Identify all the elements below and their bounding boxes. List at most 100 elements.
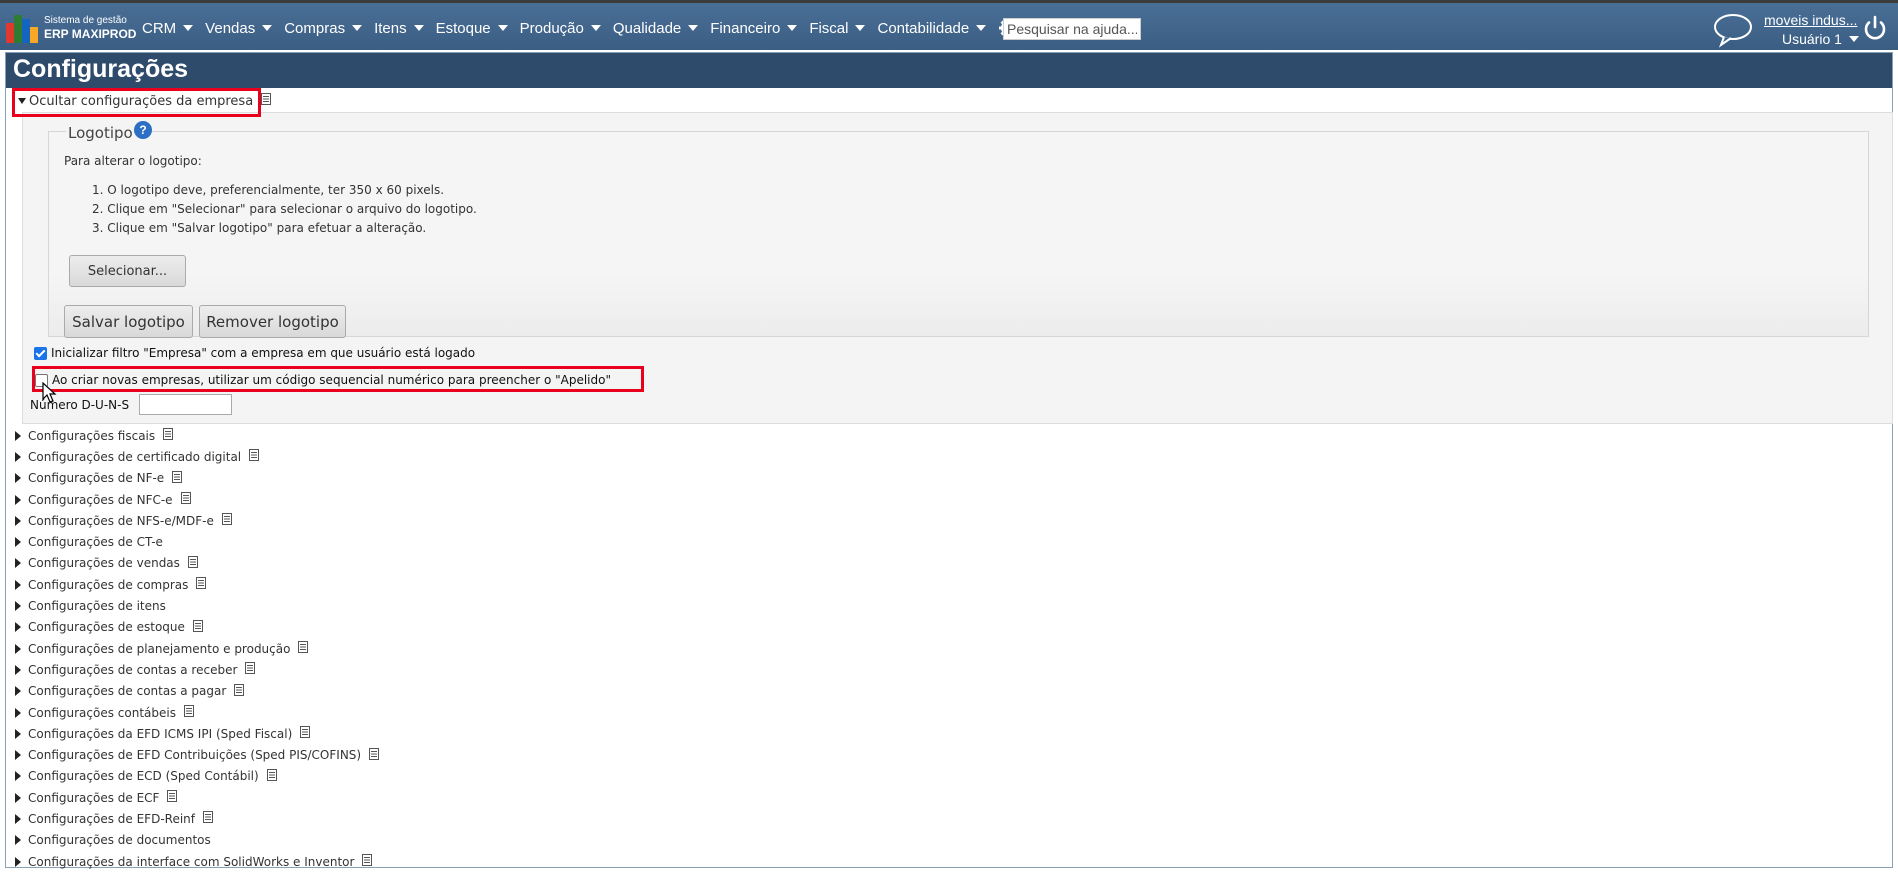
menu-estoque[interactable]: Estoque [436,20,508,37]
menu-producao[interactable]: Produção [520,20,601,37]
triangle-down-icon [18,98,26,104]
config-section-receber[interactable]: Configurações de contas a receber [15,659,379,680]
menu-vendas[interactable]: Vendas [205,19,273,37]
caret-down-icon [497,25,508,31]
document-icon[interactable] [192,619,203,635]
document-icon[interactable] [362,854,373,869]
config-section-contabeis[interactable]: Configurações contábeis [15,702,379,723]
config-section-efd-reinf[interactable]: Configurações de EFD-Reinf [15,808,379,829]
config-section-label: Configurações de certificado digital [28,449,242,464]
document-icon[interactable] [183,705,194,720]
caret-down-icon [855,25,866,31]
config-section-nfe[interactable]: Configurações de NF-e [15,468,379,489]
document-icon[interactable] [245,662,256,677]
duns-number-input[interactable] [139,394,232,415]
config-section-solidworks-inventor[interactable]: Configurações da interface com SolidWork… [15,851,379,872]
config-section-efd-contribuicoes[interactable]: Configurações de EFD Contribuições (Sped… [15,744,380,765]
logo-bars-icon [6,15,40,43]
menu-fiscal[interactable]: Fiscal [809,20,866,37]
config-section-label: Configurações de itens [28,599,166,614]
document-icon[interactable] [221,513,232,528]
menu-label: CRM [142,19,177,37]
config-sections-list: Configurações fiscais Configurações de c… [15,425,380,872]
triangle-right-icon [15,622,21,633]
save-logo-button[interactable]: Salvar logotipo [64,305,193,338]
config-section-nfce[interactable]: Configurações de NFC-e [15,489,379,510]
logo-instructions-intro: Para alterar o logotipo: [64,154,202,168]
document-icon[interactable] [172,470,183,486]
top-navigation-bar: Sistema de gestão ERP MAXIPROD CRM Venda… [0,0,1898,50]
menu-label: Contabilidade [877,19,970,37]
document-icon[interactable] [180,492,191,507]
config-section-producao[interactable]: Configurações de planejamento e produção [15,638,379,659]
hide-company-settings-toggle[interactable]: Ocultar configurações da empresa [18,93,272,109]
triangle-right-icon [15,728,21,739]
help-search-input[interactable] [1003,18,1141,40]
config-section-cte[interactable]: Configurações de CT-e [15,531,379,552]
instruction-item: 3. Clique em "Salvar logotipo" para efet… [92,221,427,235]
caret-down-icon [976,25,987,31]
main-menu: CRM Vendas Compras Itens Estoque Produçã… [142,18,1094,38]
instruction-item: 1. O logotipo deve, preferencialmente, t… [92,183,445,197]
menu-qualidade[interactable]: Qualidade [613,20,699,37]
help-info-icon[interactable]: ? [134,121,152,139]
config-section-ecd[interactable]: Configurações de ECD (Sped Contábil) [15,766,379,787]
filter-company-checkbox[interactable] [34,346,47,360]
triangle-right-icon [15,473,21,484]
chat-bubble-icon[interactable] [1712,12,1754,52]
menu-label: Vendas [205,19,256,37]
page-title: Configurações [13,55,189,83]
config-section-vendas[interactable]: Configurações de vendas [15,553,379,574]
caret-down-icon [688,25,699,31]
config-section-fiscal[interactable]: Configurações fiscais [15,425,379,446]
menu-compras[interactable]: Compras [284,20,363,37]
config-section-label: Configurações de ECD (Sped Contábil) [28,769,259,784]
config-section-ecf[interactable]: Configurações de ECF [15,787,379,808]
document-icon[interactable] [163,428,174,443]
triangle-right-icon [15,707,21,718]
triangle-right-icon [15,643,21,654]
config-section-label: Configurações de NFC-e [28,492,173,507]
document-icon[interactable] [298,641,309,656]
document-icon[interactable] [249,449,260,464]
config-section-estoque[interactable]: Configurações de estoque [15,617,379,638]
config-section-nfse-mdfe[interactable]: Configurações de NFS-e/MDF-e [15,510,379,531]
caret-down-icon [352,25,363,31]
config-section-compras[interactable]: Configurações de compras [15,574,379,595]
triangle-right-icon [15,792,21,803]
config-section-label: Configurações de ECF [28,790,160,805]
menu-crm[interactable]: CRM [142,19,194,37]
config-section-itens[interactable]: Configurações de itens [15,595,379,616]
triangle-right-icon [15,813,21,824]
document-icon[interactable] [196,577,207,592]
document-icon[interactable] [261,93,272,109]
config-section-label: Configurações de planejamento e produção [28,641,291,656]
document-icon[interactable] [203,811,213,826]
menu-contabilidade[interactable]: Contabilidade [877,19,987,37]
document-icon[interactable] [167,790,178,805]
menu-itens[interactable]: Itens [374,20,424,37]
document-icon[interactable] [300,726,311,741]
caret-down-icon [183,25,194,31]
power-logout-icon[interactable] [1862,15,1888,45]
config-section-label: Configurações de NFS-e/MDF-e [28,513,214,528]
config-section-label: Configurações de estoque [28,620,185,635]
document-icon[interactable] [234,683,245,699]
company-link[interactable]: moveis indus... [1764,12,1857,28]
menu-financeiro[interactable]: Financeiro [710,20,798,37]
config-section-documentos[interactable]: Configurações de documentos [15,830,379,851]
document-icon[interactable] [187,555,198,571]
menu-label: Produção [519,19,584,37]
triangle-right-icon [15,558,21,569]
config-section-certificado[interactable]: Configurações de certificado digital [15,446,379,467]
config-section-pagar[interactable]: Configurações de contas a pagar [15,681,379,702]
caret-down-icon [413,25,424,31]
config-section-efd-icms-ipi[interactable]: Configurações da EFD ICMS IPI (Sped Fisc… [15,723,379,744]
remove-logo-button[interactable]: Remover logotipo [199,305,346,338]
document-icon[interactable] [266,768,277,784]
select-logo-button[interactable]: Selecionar... [69,255,186,287]
filter-company-option: Inicializar filtro "Empresa" com a empre… [34,346,475,360]
document-icon[interactable] [369,747,380,763]
user-menu[interactable]: Usuário 1 [1782,31,1859,47]
config-section-label: Configurações fiscais [28,428,156,443]
